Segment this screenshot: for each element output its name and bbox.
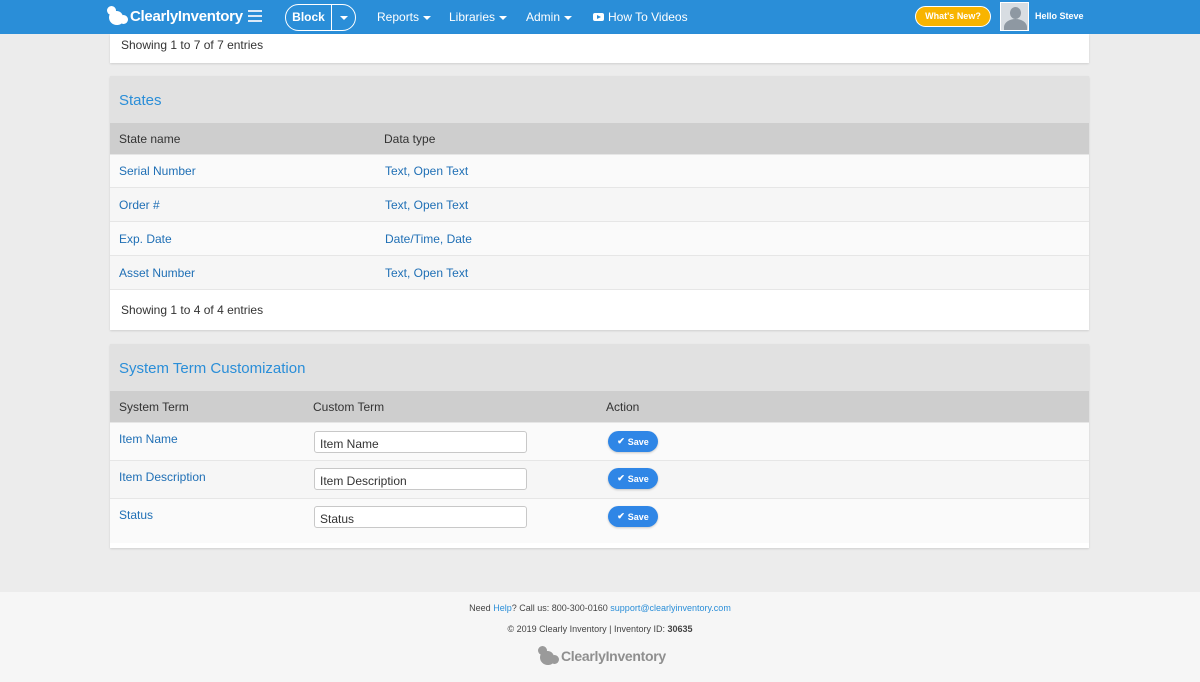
custom-term-input[interactable] <box>314 506 527 528</box>
previous-table-panel: Showing 1 to 7 of 7 entries <box>110 34 1089 63</box>
data-type-link[interactable]: Date/Time, Date <box>385 232 472 246</box>
nav-videos-label: How To Videos <box>608 10 688 24</box>
custom-term-input[interactable] <box>314 431 527 453</box>
user-greeting[interactable]: Hello Steve <box>1035 11 1084 21</box>
chevron-down-icon <box>564 15 573 20</box>
nav-libraries-label: Libraries <box>449 10 496 24</box>
table-footer: Showing 1 to 4 of 4 entries <box>110 289 1089 329</box>
table-row: Order # Text, Open Text <box>110 187 1089 221</box>
chevron-down-icon <box>423 15 432 20</box>
check-icon: ✔ <box>617 473 625 483</box>
data-type-link[interactable]: Text, Open Text <box>385 198 468 212</box>
custom-term-input[interactable] <box>314 468 527 490</box>
save-label: Save <box>627 511 649 522</box>
brand-name: ClearlyInventory <box>130 7 243 25</box>
save-button[interactable]: ✔ Save <box>608 431 658 452</box>
top-navbar: ClearlyInventory Block Reports Libraries… <box>0 0 1200 34</box>
state-name-link[interactable]: Asset Number <box>119 266 195 280</box>
system-term-panel: System Term Customization System Term Cu… <box>110 344 1089 548</box>
data-type-link[interactable]: Text, Open Text <box>385 164 468 178</box>
hamburger-menu-icon[interactable] <box>248 10 262 22</box>
inventory-id: 30635 <box>667 624 693 634</box>
system-term-link[interactable]: Status <box>119 508 153 522</box>
nav-reports[interactable]: Reports <box>377 10 432 24</box>
footer-call-text: ? Call us: 800-300-0160 <box>511 603 611 613</box>
save-button[interactable]: ✔ Save <box>608 468 658 489</box>
help-link[interactable]: Help <box>493 603 512 613</box>
check-icon: ✔ <box>617 511 625 521</box>
column-header-system-term: System Term <box>119 399 189 414</box>
nav-how-to-videos[interactable]: How To Videos <box>593 10 688 24</box>
table-row: Exp. Date Date/Time, Date <box>110 221 1089 255</box>
nav-admin-label: Admin <box>526 10 561 24</box>
nav-libraries[interactable]: Libraries <box>449 10 508 24</box>
data-type-link[interactable]: Text, Open Text <box>385 266 468 280</box>
footer-contact: Need Help? Call us: 800-300-0160 support… <box>0 603 1200 613</box>
table-row: Serial Number Text, Open Text <box>110 154 1089 187</box>
save-label: Save <box>627 473 649 484</box>
panel-title: System Term Customization <box>110 344 1089 391</box>
chevron-down-icon <box>499 15 508 20</box>
table-row: Asset Number Text, Open Text <box>110 255 1089 289</box>
column-header-action: Action <box>606 399 640 414</box>
nav-reports-label: Reports <box>377 10 420 24</box>
block-label[interactable]: Block <box>286 5 332 30</box>
column-header-data-type[interactable]: Data type <box>384 132 435 146</box>
save-label: Save <box>627 436 649 447</box>
support-email-link[interactable]: support@clearlyinventory.com <box>610 603 731 613</box>
brand-logo[interactable]: ClearlyInventory <box>107 3 243 29</box>
squirrel-logo-icon <box>107 5 129 27</box>
whats-new-button[interactable]: What's New? <box>915 6 991 27</box>
table-row: Status ✔Save <box>110 498 1089 543</box>
panel-title: States <box>110 76 1089 123</box>
copyright-text: © 2019 Clearly Inventory | Inventory ID: <box>507 624 668 634</box>
table-header: System Term Custom Term Action <box>110 391 1089 422</box>
state-name-link[interactable]: Serial Number <box>119 164 196 178</box>
video-play-icon <box>593 12 604 21</box>
avatar[interactable] <box>1000 2 1029 31</box>
table-header: State name Data type <box>110 123 1089 154</box>
chevron-down-icon <box>339 15 348 20</box>
footer-brand-name: ClearlyInventory <box>561 648 666 664</box>
nav-admin[interactable]: Admin <box>526 10 573 24</box>
page-footer: Need Help? Call us: 800-300-0160 support… <box>0 592 1200 682</box>
table-info: Showing 1 to 4 of 4 entries <box>121 302 264 317</box>
states-panel: States State name Data type Serial Numbe… <box>110 76 1089 330</box>
footer-logo: ClearlyInventory <box>538 645 666 667</box>
footer-copyright: © 2019 Clearly Inventory | Inventory ID:… <box>0 624 1200 634</box>
footer-need-text: Need <box>469 603 494 613</box>
system-term-link[interactable]: Item Description <box>119 470 206 484</box>
column-header-state-name[interactable]: State name <box>119 132 180 146</box>
table-info: Showing 1 to 7 of 7 entries <box>121 38 264 52</box>
column-header-custom-term: Custom Term <box>313 399 385 414</box>
save-button[interactable]: ✔ Save <box>608 506 658 527</box>
state-name-link[interactable]: Exp. Date <box>119 232 172 246</box>
squirrel-logo-icon <box>538 645 560 667</box>
state-name-link[interactable]: Order # <box>119 198 160 212</box>
system-term-link[interactable]: Item Name <box>119 432 178 446</box>
table-row: Item Name ✔Save <box>110 422 1089 460</box>
block-caret[interactable] <box>332 15 355 20</box>
table-row: Item Description ✔Save <box>110 460 1089 498</box>
check-icon: ✔ <box>617 436 625 446</box>
block-dropdown-button[interactable]: Block <box>285 4 356 31</box>
